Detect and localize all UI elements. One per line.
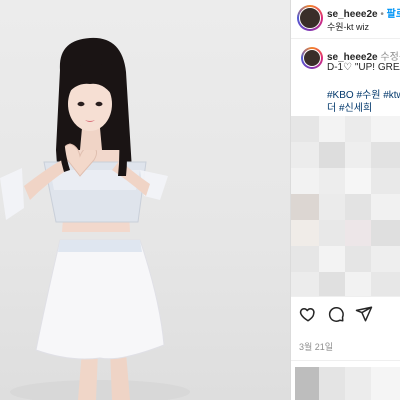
caption-text: D-1♡ "UP! GREA: [327, 62, 400, 73]
caption-story-ring[interactable]: [301, 47, 323, 69]
post-location[interactable]: 수원-kt wiz: [327, 20, 369, 33]
story-ring[interactable]: [297, 5, 323, 31]
cheerleader-photo: [0, 37, 190, 400]
header-username-row: se_heee2e • 팔로: [327, 5, 400, 20]
post-sidebar: se_heee2e • 팔로 수원-kt wiz se_heee2e 수정됨 D…: [290, 0, 400, 400]
caption-avatar[interactable]: [303, 49, 321, 67]
post-header: se_heee2e • 팔로 수원-kt wiz: [291, 0, 400, 39]
caption-hashtags-cont[interactable]: 더 #신세희: [327, 99, 372, 114]
post-image[interactable]: [0, 0, 290, 400]
blurred-comments: [291, 116, 400, 296]
follow-button[interactable]: 팔로: [387, 9, 400, 20]
more-posts-preview: [291, 360, 400, 400]
action-bar: [291, 296, 400, 333]
header-username[interactable]: se_heee2e: [327, 9, 378, 20]
caption-username-row: se_heee2e 수정됨: [327, 48, 400, 63]
avatar[interactable]: [299, 7, 321, 29]
header-separator: •: [377, 9, 387, 20]
post-date[interactable]: 3월 21일: [299, 340, 333, 353]
send-icon[interactable]: [355, 305, 373, 323]
heart-icon[interactable]: [299, 305, 317, 323]
comment-icon[interactable]: [327, 305, 345, 323]
